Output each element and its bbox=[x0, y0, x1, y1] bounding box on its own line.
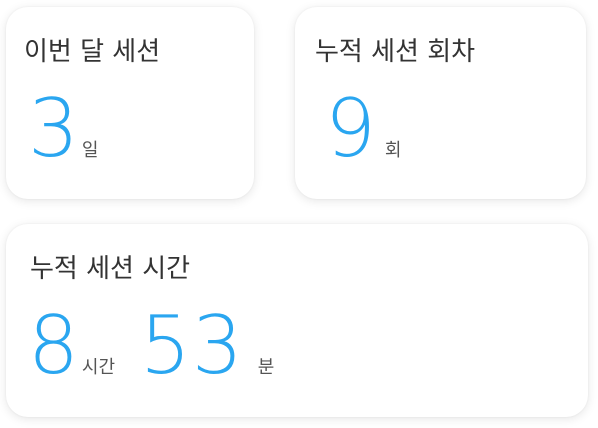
monthly-sessions-unit: 일 bbox=[81, 140, 99, 161]
total-session-count-stat: 9회 bbox=[325, 89, 401, 169]
total-session-hours-stat: 8 시간 bbox=[28, 306, 115, 386]
monthly-sessions-value: 3 bbox=[28, 82, 80, 175]
monthly-sessions-stat: 3일 bbox=[28, 89, 98, 169]
total-session-count-unit: 회 bbox=[384, 140, 402, 161]
total-session-count-title: 누적 세션 회차 bbox=[315, 37, 476, 67]
total-session-hours-unit: 시간 bbox=[81, 357, 116, 378]
monthly-sessions-card: 이번 달 세션 3일 bbox=[6, 7, 254, 199]
monthly-sessions-title: 이번 달 세션 bbox=[24, 37, 161, 67]
total-session-count-card: 누적 세션 회차 9회 bbox=[295, 7, 586, 199]
total-session-hours-value: 8 bbox=[28, 299, 80, 392]
total-session-minutes-stat: 53 분 bbox=[140, 306, 274, 386]
total-session-time-title: 누적 세션 시간 bbox=[30, 254, 191, 284]
total-session-minutes-value: 53 bbox=[140, 299, 244, 392]
total-session-minutes-unit: 분 bbox=[257, 357, 275, 378]
total-session-count-value: 9 bbox=[325, 82, 377, 175]
